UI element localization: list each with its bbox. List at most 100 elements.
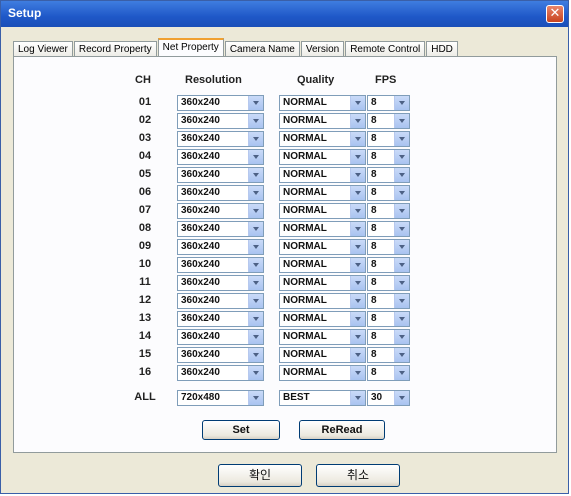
chevron-down-icon[interactable] [394,294,409,308]
channel-04-quality-select[interactable]: NORMAL [279,149,366,165]
channel-03-quality-select[interactable]: NORMAL [279,131,366,147]
tab-remote-control[interactable]: Remote Control [345,41,426,57]
channel-02-fps-select[interactable]: 8 [367,113,410,129]
channel-05-quality-select[interactable]: NORMAL [279,167,366,183]
channel-all-fps-select[interactable]: 30 [367,390,410,406]
chevron-down-icon[interactable] [350,168,365,182]
chevron-down-icon[interactable] [248,258,263,272]
channel-15-fps-select[interactable]: 8 [367,347,410,363]
chevron-down-icon[interactable] [248,240,263,254]
chevron-down-icon[interactable] [350,240,365,254]
chevron-down-icon[interactable] [394,168,409,182]
channel-10-quality-select[interactable]: NORMAL [279,257,366,273]
channel-12-fps-select[interactable]: 8 [367,293,410,309]
chevron-down-icon[interactable] [394,348,409,362]
chevron-down-icon[interactable] [350,348,365,362]
ok-button[interactable]: 확인 [218,464,302,487]
channel-11-quality-select[interactable]: NORMAL [279,275,366,291]
channel-03-resolution-select[interactable]: 360x240 [177,131,264,147]
chevron-down-icon[interactable] [248,294,263,308]
channel-07-resolution-select[interactable]: 360x240 [177,203,264,219]
chevron-down-icon[interactable] [394,276,409,290]
channel-14-quality-select[interactable]: NORMAL [279,329,366,345]
chevron-down-icon[interactable] [248,391,263,405]
channel-09-resolution-select[interactable]: 360x240 [177,239,264,255]
channel-all-quality-select[interactable]: BEST [279,390,366,406]
chevron-down-icon[interactable] [350,391,365,405]
channel-12-quality-select[interactable]: NORMAL [279,293,366,309]
chevron-down-icon[interactable] [394,222,409,236]
chevron-down-icon[interactable] [248,330,263,344]
channel-15-resolution-select[interactable]: 360x240 [177,347,264,363]
channel-07-fps-select[interactable]: 8 [367,203,410,219]
chevron-down-icon[interactable] [248,312,263,326]
chevron-down-icon[interactable] [248,186,263,200]
chevron-down-icon[interactable] [248,222,263,236]
chevron-down-icon[interactable] [394,330,409,344]
channel-11-fps-select[interactable]: 8 [367,275,410,291]
chevron-down-icon[interactable] [394,204,409,218]
channel-01-quality-select[interactable]: NORMAL [279,95,366,111]
chevron-down-icon[interactable] [394,240,409,254]
channel-06-resolution-select[interactable]: 360x240 [177,185,264,201]
chevron-down-icon[interactable] [248,150,263,164]
channel-11-resolution-select[interactable]: 360x240 [177,275,264,291]
channel-02-resolution-select[interactable]: 360x240 [177,113,264,129]
chevron-down-icon[interactable] [350,150,365,164]
channel-13-fps-select[interactable]: 8 [367,311,410,327]
chevron-down-icon[interactable] [350,294,365,308]
chevron-down-icon[interactable] [394,150,409,164]
chevron-down-icon[interactable] [394,96,409,110]
chevron-down-icon[interactable] [350,222,365,236]
chevron-down-icon[interactable] [350,96,365,110]
chevron-down-icon[interactable] [394,132,409,146]
chevron-down-icon[interactable] [350,132,365,146]
reread-button[interactable]: ReRead [299,420,385,440]
chevron-down-icon[interactable] [394,186,409,200]
channel-16-fps-select[interactable]: 8 [367,365,410,381]
chevron-down-icon[interactable] [248,366,263,380]
chevron-down-icon[interactable] [248,204,263,218]
channel-09-fps-select[interactable]: 8 [367,239,410,255]
channel-14-fps-select[interactable]: 8 [367,329,410,345]
chevron-down-icon[interactable] [248,168,263,182]
channel-all-resolution-select[interactable]: 720x480 [177,390,264,406]
chevron-down-icon[interactable] [394,391,409,405]
chevron-down-icon[interactable] [350,204,365,218]
chevron-down-icon[interactable] [248,276,263,290]
channel-10-fps-select[interactable]: 8 [367,257,410,273]
tab-camera-name[interactable]: Camera Name [224,41,300,57]
tab-version[interactable]: Version [300,41,345,57]
chevron-down-icon[interactable] [248,348,263,362]
set-button[interactable]: Set [202,420,280,440]
chevron-down-icon[interactable] [394,114,409,128]
channel-06-quality-select[interactable]: NORMAL [279,185,366,201]
channel-12-resolution-select[interactable]: 360x240 [177,293,264,309]
tab-log-viewer[interactable]: Log Viewer [13,41,73,57]
chevron-down-icon[interactable] [394,312,409,326]
chevron-down-icon[interactable] [350,258,365,272]
channel-08-fps-select[interactable]: 8 [367,221,410,237]
tab-hdd[interactable]: HDD [426,41,458,57]
chevron-down-icon[interactable] [350,114,365,128]
channel-04-fps-select[interactable]: 8 [367,149,410,165]
cancel-button[interactable]: 취소 [316,464,400,487]
channel-09-quality-select[interactable]: NORMAL [279,239,366,255]
channel-06-fps-select[interactable]: 8 [367,185,410,201]
channel-04-resolution-select[interactable]: 360x240 [177,149,264,165]
channel-13-quality-select[interactable]: NORMAL [279,311,366,327]
channel-08-quality-select[interactable]: NORMAL [279,221,366,237]
channel-10-resolution-select[interactable]: 360x240 [177,257,264,273]
chevron-down-icon[interactable] [350,276,365,290]
chevron-down-icon[interactable] [248,132,263,146]
channel-02-quality-select[interactable]: NORMAL [279,113,366,129]
chevron-down-icon[interactable] [350,186,365,200]
chevron-down-icon[interactable] [350,366,365,380]
title-bar[interactable]: Setup ✕ [1,1,568,27]
channel-08-resolution-select[interactable]: 360x240 [177,221,264,237]
chevron-down-icon[interactable] [248,114,263,128]
channel-07-quality-select[interactable]: NORMAL [279,203,366,219]
channel-14-resolution-select[interactable]: 360x240 [177,329,264,345]
tab-record-property[interactable]: Record Property [73,41,157,57]
chevron-down-icon[interactable] [394,258,409,272]
